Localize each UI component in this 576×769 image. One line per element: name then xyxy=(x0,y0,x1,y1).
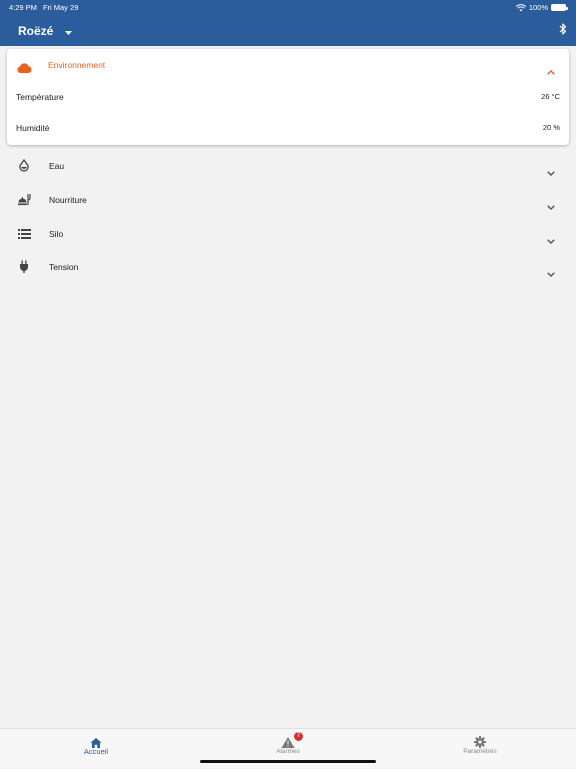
alarm-count-badge: 7 xyxy=(294,732,303,741)
section-label: Silo xyxy=(49,229,64,239)
app-header: 4:29 PM Fri May 29 100% Roëzé xyxy=(0,0,576,46)
chevron-down-icon[interactable] xyxy=(547,264,555,282)
tab-parametres[interactable]: Paramètres xyxy=(384,729,576,769)
section-label: Nourriture xyxy=(49,195,87,205)
status-bar-left: 4:29 PM Fri May 29 xyxy=(9,3,78,12)
environment-card: Environnement Température 26 °C Humidité… xyxy=(7,49,569,145)
status-time: 4:29 PM xyxy=(9,3,37,12)
home-indicator xyxy=(200,760,376,763)
water-drop-icon xyxy=(18,158,30,177)
section-label: Tension xyxy=(49,262,79,272)
cloud-icon xyxy=(17,60,32,78)
chevron-down-icon[interactable] xyxy=(547,163,555,181)
section-nourriture[interactable]: Nourriture xyxy=(0,184,576,216)
section-tension[interactable]: Tension xyxy=(0,251,576,283)
tab-accueil[interactable]: Accueil xyxy=(0,729,192,769)
tab-label: Accueil xyxy=(83,747,109,756)
status-date: Fri May 29 xyxy=(42,3,79,12)
environment-label: Environnement xyxy=(48,60,106,70)
humidity-value: 20 % xyxy=(542,123,560,132)
food-icon xyxy=(18,193,31,211)
chevron-down-icon[interactable] xyxy=(547,231,555,249)
status-bar-right: 100% xyxy=(515,3,568,12)
battery-icon xyxy=(551,4,568,11)
bluetooth-icon[interactable] xyxy=(559,22,567,40)
section-label: Eau xyxy=(49,161,65,171)
tab-label: Paramètres xyxy=(463,748,497,755)
chevron-up-icon[interactable] xyxy=(547,62,555,80)
temperature-label: Température xyxy=(16,92,64,102)
section-silo[interactable]: Silo xyxy=(0,218,576,250)
site-selector[interactable]: Roëzé xyxy=(18,22,73,40)
tab-alarmes[interactable]: 7 Alarmes xyxy=(192,729,384,769)
battery-percent: 100% xyxy=(528,3,548,12)
wifi-icon xyxy=(515,3,526,12)
temperature-row: Température 26 °C xyxy=(7,86,569,110)
chevron-down-icon[interactable] xyxy=(547,197,555,215)
page-title: Roëzé xyxy=(18,24,54,38)
caret-down-icon xyxy=(65,22,73,40)
environment-header[interactable]: Environnement xyxy=(7,49,569,83)
silo-icon xyxy=(18,227,31,245)
plug-icon xyxy=(18,260,30,278)
humidity-label: Humidité xyxy=(16,123,50,133)
temperature-value: 26 °C xyxy=(541,92,560,101)
tab-label: Alarmes xyxy=(276,748,300,755)
section-eau[interactable]: Eau xyxy=(0,150,576,182)
humidity-row: Humidité 20 % xyxy=(7,117,569,141)
